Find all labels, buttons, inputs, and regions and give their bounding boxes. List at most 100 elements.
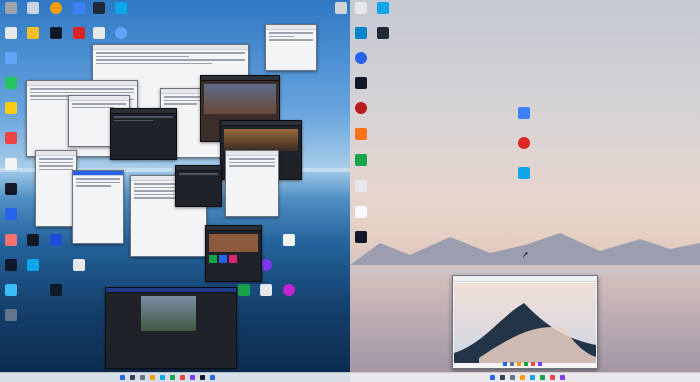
app-icon [73,259,85,271]
search-icon[interactable] [130,375,135,380]
search-icon[interactable] [500,375,505,380]
desktop-icon[interactable] [350,102,372,114]
taskbar-app-icon[interactable] [140,375,145,380]
app-icon [355,180,367,192]
desktop-icon[interactable] [0,52,22,64]
desktop-icon[interactable] [68,259,90,271]
app-icon [73,27,85,39]
desktop-icon[interactable] [22,234,44,246]
right-taskbar [350,372,700,382]
desktop-icon[interactable] [513,107,535,119]
app-icon [50,284,62,296]
desktop-icon[interactable] [278,284,300,296]
app-icon [5,132,17,144]
desktop-icon[interactable] [0,158,22,170]
start-button[interactable] [490,375,495,380]
desktop-icon[interactable] [0,259,22,271]
taskbar-app-icon[interactable] [180,375,185,380]
taskbar-app-icon[interactable] [170,375,175,380]
app-icon [355,154,367,166]
app-icon [5,183,17,195]
desktop-icon[interactable] [0,284,22,296]
desktop-icon[interactable] [513,167,535,179]
desktop-icon[interactable] [0,309,22,321]
desktop-icon[interactable] [350,206,372,218]
desktop-icon[interactable] [0,27,22,39]
app-icon [27,2,39,14]
app-window[interactable] [72,170,124,244]
wallpaper-preview-image [454,283,596,363]
taskbar-app-icon[interactable] [200,375,205,380]
app-icon [5,158,17,170]
desktop-icon[interactable] [110,27,132,39]
app-icon [238,284,250,296]
desktop-icon[interactable] [350,2,372,14]
desktop-icon[interactable] [68,27,90,39]
app-icon [355,2,367,14]
taskbar-app-icon[interactable] [510,375,515,380]
taskbar-app-icon[interactable] [150,375,155,380]
app-icon [115,27,127,39]
app-window[interactable] [265,24,317,71]
desktop-icon[interactable] [0,102,22,114]
desktop-icon[interactable] [255,284,277,296]
taskbar-app-icon[interactable] [530,375,535,380]
taskbar-app-icon[interactable] [550,375,555,380]
desktop-icon[interactable] [350,77,372,89]
dark-app-window[interactable] [110,108,177,160]
desktop-icon[interactable] [22,259,44,271]
desktop-icon[interactable] [0,2,22,14]
desktop-icon[interactable] [45,2,67,14]
app-window[interactable] [225,150,279,217]
desktop-icon[interactable] [0,208,22,220]
taskbar-app-icon[interactable] [560,375,565,380]
desktop-icon[interactable] [350,52,372,64]
start-button[interactable] [120,375,125,380]
app-icon [5,309,17,321]
desktop-icon[interactable] [68,2,90,14]
app-icon [355,128,367,140]
desktop-icon[interactable] [110,2,132,14]
desktop-icon[interactable] [0,183,22,195]
desktop-icon[interactable] [0,77,22,89]
app-icon [50,234,62,246]
taskbar-app-icon[interactable] [190,375,195,380]
desktop-icon[interactable] [350,128,372,140]
desktop-icon[interactable] [45,27,67,39]
desktop-icon[interactable] [88,27,110,39]
desktop-icon[interactable] [513,137,535,149]
taskbar-app-icon[interactable] [210,375,215,380]
taskbar-app-icon[interactable] [520,375,525,380]
desktop-icon[interactable] [350,180,372,192]
app-icon [73,2,85,14]
desktop-icon[interactable] [45,284,67,296]
app-icon [50,27,62,39]
desktop-icon[interactable] [22,27,44,39]
desktop-icon[interactable] [350,231,372,243]
dark-app-window[interactable] [175,165,222,207]
preview-taskbar [503,362,542,366]
desktop-icon[interactable] [45,234,67,246]
desktop-icon[interactable] [0,234,22,246]
desktop-icon[interactable] [0,132,22,144]
desktop-icon[interactable] [278,234,300,246]
app-icon [283,234,295,246]
app-window[interactable] [35,150,77,227]
app-icon [5,102,17,114]
chrome-icon [50,2,62,14]
desktop-icon[interactable] [372,27,394,39]
app-icon [377,2,389,14]
preview-window-titlebar[interactable] [453,276,597,282]
desktop-icon[interactable] [372,2,394,14]
desktop-icon[interactable] [22,2,44,14]
desktop-icon[interactable] [330,2,350,14]
desktop-icon[interactable] [350,154,372,166]
photo-editor-window[interactable] [105,287,237,369]
taskbar-app-icon[interactable] [540,375,545,380]
taskbar-app-icon[interactable] [160,375,165,380]
desktop-icon[interactable] [350,27,372,39]
video-call-window[interactable] [205,225,262,282]
preview-window[interactable] [452,275,598,369]
app-icon [27,27,39,39]
desktop-icon[interactable] [88,2,110,14]
